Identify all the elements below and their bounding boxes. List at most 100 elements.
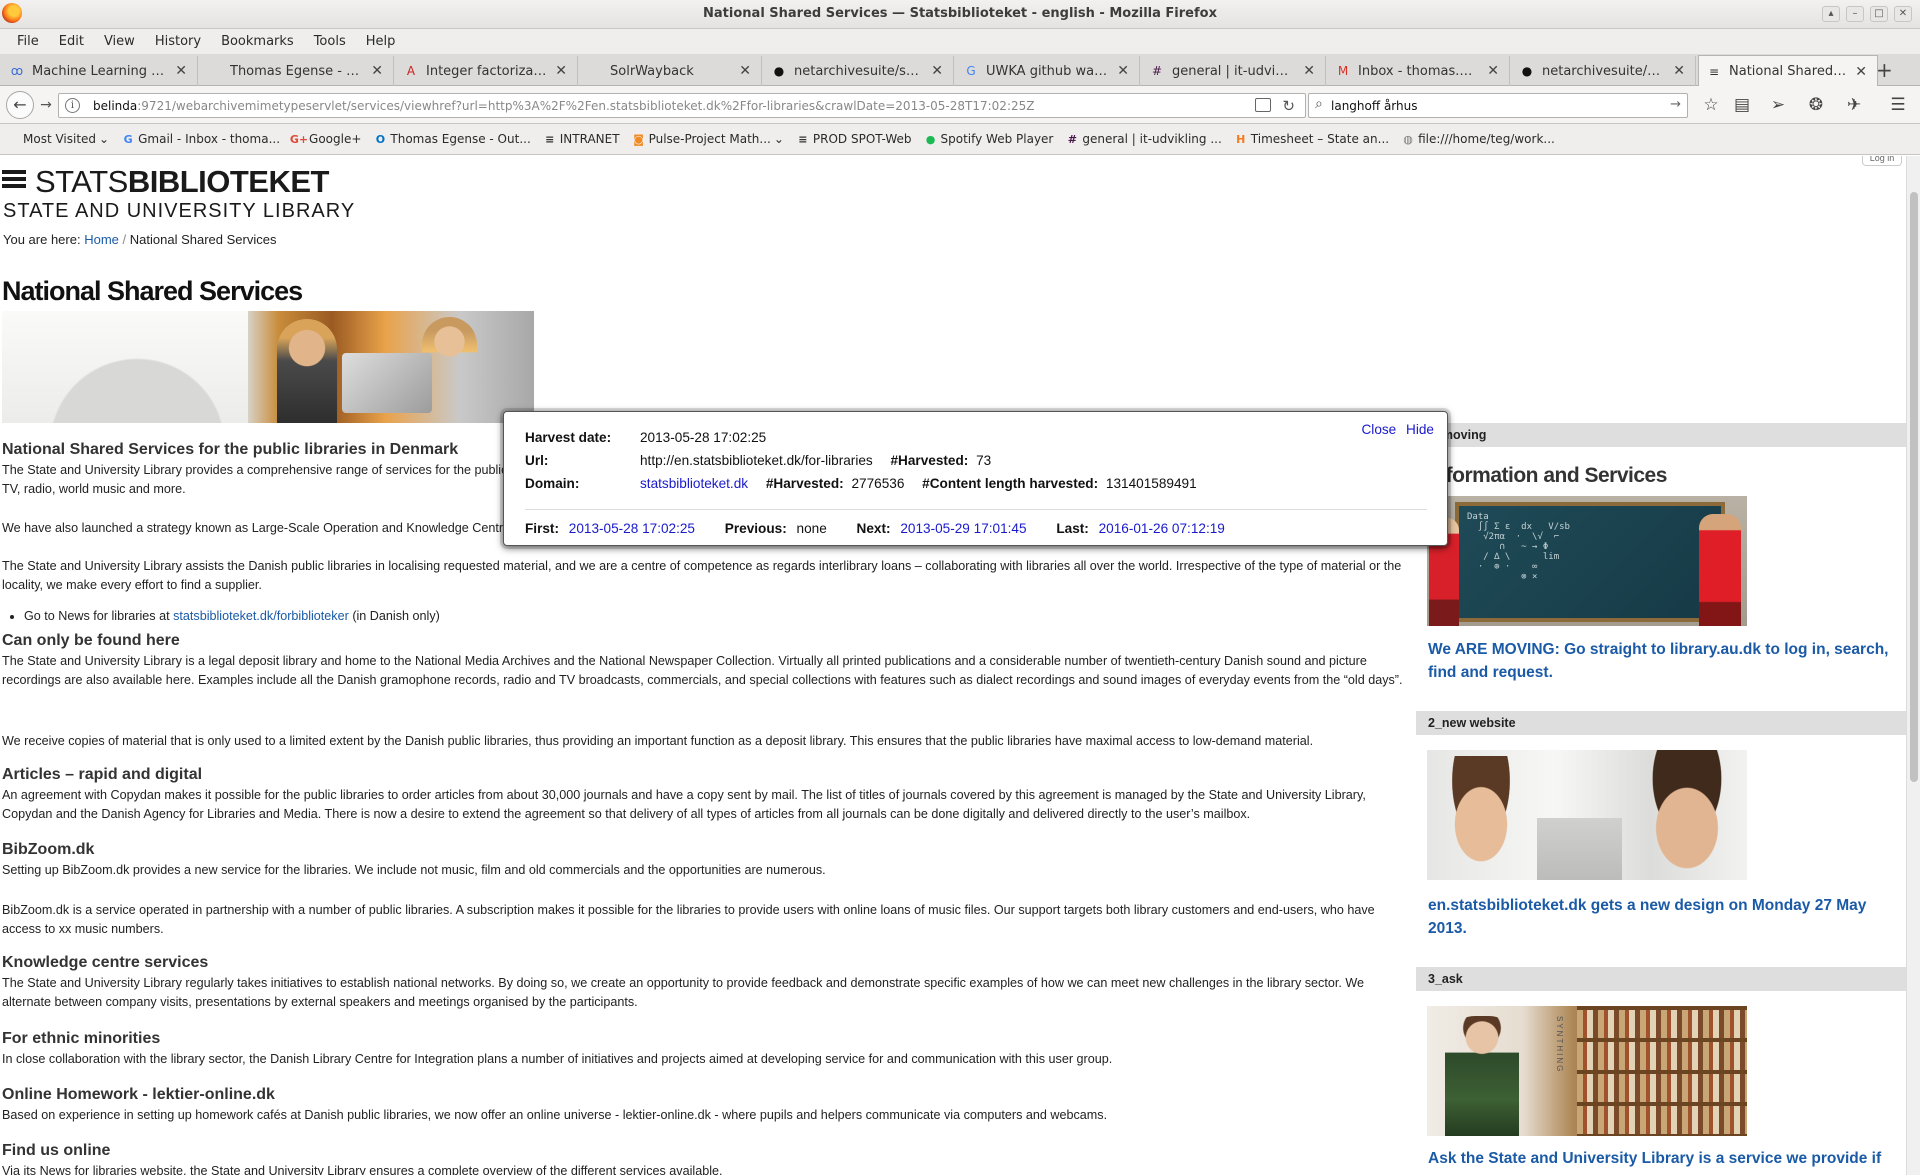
news-for-libraries-link[interactable]: statsbiblioteket.dk/forbiblioteker [173,609,349,623]
tab-close-icon[interactable]: ✕ [1117,63,1129,79]
browser-tab[interactable]: ≡ National Shared Ser... ✕ [1698,55,1878,87]
browser-tab[interactable]: ● netarchivesuite/solr... ✕ [1512,56,1696,86]
url-row: Url: http://en.statsbiblioteket.dk/for-li… [525,453,991,468]
browser-tab[interactable]: G UWKA github warc in... ✕ [956,56,1140,86]
extension-icon[interactable]: ❂ [1804,93,1828,117]
menu-file[interactable]: File [8,34,48,49]
bookmark-item[interactable]: ≡ PROD SPOT-Web [796,132,912,146]
section-heading-knowledge: Knowledge centre services [2,954,209,971]
browser-tab[interactable]: SolrWayback ✕ [580,56,762,86]
window-minimize-button[interactable]: – [1846,6,1864,22]
tab-close-icon[interactable]: ✕ [1855,64,1867,80]
bookmark-star-icon[interactable]: ☆ [1699,93,1723,117]
moving-news-link[interactable]: We ARE MOVING: Go straight to library.au… [1428,638,1898,684]
hamburger-menu-icon[interactable]: ☰ [1886,93,1910,117]
search-bar[interactable]: ⌕ langhoff århus → [1308,93,1688,118]
browser-tab[interactable]: ꝏ Machine Learning Fo... ✕ [2,56,198,86]
reader-view-icon[interactable] [1255,98,1271,112]
tab-close-icon[interactable]: ✕ [1303,63,1315,79]
bookmark-item[interactable]: G Gmail - Inbox - thoma... [121,132,280,146]
bookmark-item[interactable]: G+ Google+ [290,132,362,146]
popup-close-link[interactable]: Close [1361,422,1396,437]
ask-library-link[interactable]: Ask the State and University Library is … [1428,1147,1898,1170]
page-scrollbar[interactable] [1906,156,1920,1175]
url-host: belinda [93,99,138,113]
tab-favicon-icon: G [966,64,976,78]
tab-label: general | it-udvikling... [1172,63,1295,79]
reload-icon[interactable]: ↻ [1282,97,1295,115]
menu-history[interactable]: History [146,34,210,49]
bookmark-label: PROD SPOT-Web [812,132,912,146]
last-label: Last: [1056,521,1089,536]
url-path: :9721/webarchivemimetypeservlet/services… [137,99,1035,113]
send-icon[interactable]: ➢ [1766,93,1790,117]
first-harvest-link[interactable]: 2013-05-28 17:02:25 [569,521,695,536]
browser-tab[interactable]: ● netarchivesuite/solr... ✕ [764,56,954,86]
bookmark-item[interactable]: ● Spotify Web Player [924,132,1054,146]
logo-word-biblioteket: BIBLIOTEKET [127,164,330,199]
search-input[interactable]: langhoff århus [1331,99,1417,113]
scrollbar-thumb[interactable] [1910,192,1918,782]
next-harvest-link[interactable]: 2013-05-29 17:01:45 [900,521,1026,536]
section-heading-homework: Online Homework - lektier-online.dk [2,1086,275,1103]
tab-label: National Shared Ser... [1729,64,1847,79]
url-text[interactable]: belinda:9721/webarchivemimetypeservlet/s… [93,99,1034,113]
bookmark-favicon-icon: ● [925,132,936,146]
tab-close-icon[interactable]: ✕ [931,63,943,79]
browser-tab[interactable]: M Inbox - thomas.egen... ✕ [1328,56,1510,86]
section-text: We receive copies of material that is on… [2,734,1314,748]
tab-close-icon[interactable]: ✕ [175,63,187,79]
domain-link[interactable]: statsbiblioteket.dk [640,476,748,491]
menubar: File Edit View History Bookmarks Tools H… [0,29,1920,54]
search-go-icon[interactable]: → [1670,97,1681,112]
new-website-image[interactable] [1427,750,1747,880]
tab-close-icon[interactable]: ✕ [371,63,383,79]
tab-close-icon[interactable]: ✕ [1673,63,1685,79]
bookmark-item[interactable]: ◍ file:///home/teg/work... [1401,132,1555,146]
bookmark-item[interactable]: ◙ Pulse-Project Math... ⌄ [632,132,784,146]
breadcrumb-home-link[interactable]: Home [84,232,119,247]
menu-bookmarks[interactable]: Bookmarks [212,34,303,49]
search-icon: ⌕ [1315,96,1323,112]
url-harvested-value: 73 [976,453,992,468]
sidebar-title: Information and Services [1428,464,1667,487]
menu-help[interactable]: Help [357,34,405,49]
tab-close-icon[interactable]: ✕ [555,63,567,79]
bookmark-favicon-icon: G [123,132,133,146]
last-harvest-link[interactable]: 2016-01-26 07:12:19 [1099,521,1225,536]
domain-harvested-label: #Harvested: [765,476,844,491]
bookmark-item[interactable]: O Thomas Egense - Out... [373,132,531,146]
bookmark-item[interactable]: Most Visited ⌄ [6,132,109,146]
tab-close-icon[interactable]: ✕ [1487,63,1499,79]
bookmark-item[interactable]: ≡ INTRANET [543,132,619,146]
menu-view[interactable]: View [95,34,144,49]
popup-hide-link[interactable]: Hide [1406,422,1434,437]
site-info-icon[interactable]: i [65,98,80,113]
window-close-button[interactable]: ✕ [1894,6,1912,22]
section-text: The State and University Library assists… [2,559,1402,592]
bookmark-item[interactable]: H Timesheet – State an... [1234,132,1389,146]
menu-edit[interactable]: Edit [50,34,93,49]
reading-list-icon[interactable]: ▤ [1730,93,1754,117]
first-label: First: [525,521,559,536]
browser-tab[interactable]: Thomas Egense - Outloo... ✕ [200,56,394,86]
chevron-down-icon[interactable]: ⌄ [99,132,109,146]
bookmark-item[interactable]: # general | it-udvikling ... [1065,132,1222,146]
url-bar[interactable]: i belinda:9721/webarchivemimetypeservlet… [58,93,1306,118]
chevron-down-icon[interactable]: ⌄ [774,132,784,146]
sidebar-heading-ask: 3_ask [1416,967,1906,991]
menu-tools[interactable]: Tools [305,34,355,49]
browser-tab[interactable]: # general | it-udvikling... ✕ [1142,56,1326,86]
addon-icon[interactable]: ✈ [1842,93,1866,117]
browser-tab[interactable]: A Integer factorization ... ✕ [396,56,578,86]
back-button[interactable]: ← [6,91,34,119]
new-website-news-link[interactable]: en.statsbiblioteket.dk gets a new design… [1428,894,1898,940]
moving-blackboard-image[interactable]: Data ∫∫ Σ ε dx V/sb √2πα · \√ ⌐ ∩ ~ → Φ … [1427,496,1747,626]
tab-close-icon[interactable]: ✕ [739,63,751,79]
forward-button[interactable]: → [36,95,56,115]
new-tab-button[interactable]: + [1876,58,1893,82]
window-maximize-button[interactable]: □ [1870,6,1888,22]
ask-library-image[interactable]: SYNTHING [1427,1006,1747,1136]
login-tab[interactable]: Log in [1862,156,1902,166]
window-shade-button[interactable]: ▴ [1822,6,1840,22]
